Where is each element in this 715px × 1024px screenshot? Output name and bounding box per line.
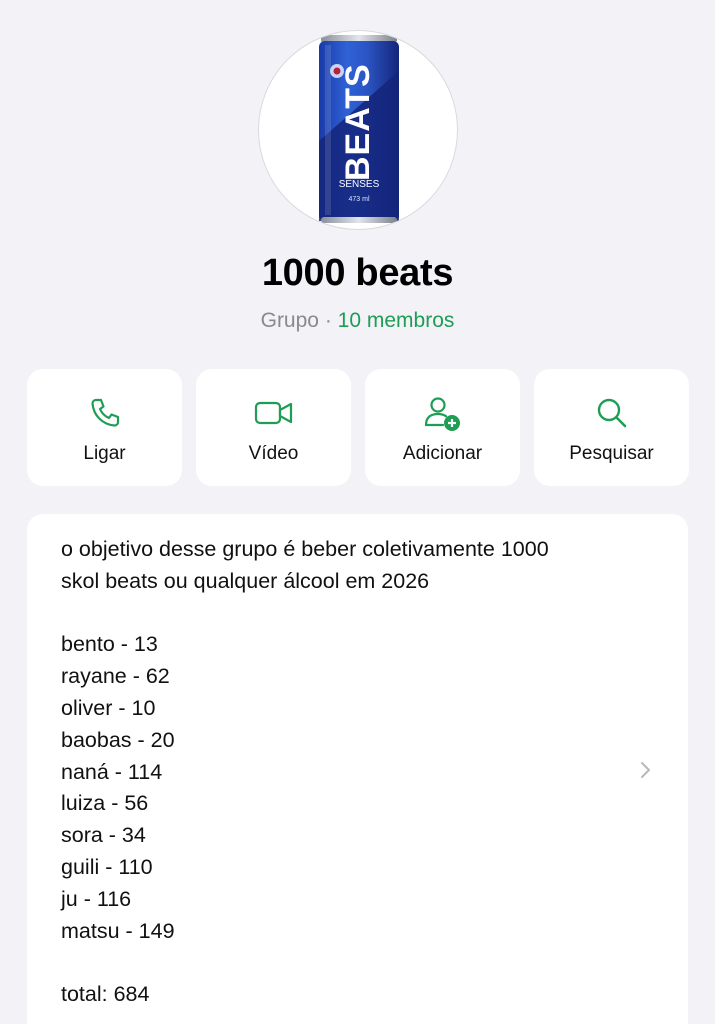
description-blank-line (61, 947, 641, 979)
call-button-label: Ligar (83, 443, 126, 464)
tally-entry: sora - 34 (61, 823, 146, 848)
tally-entry: matsu - 149 (61, 918, 175, 943)
group-type-label: Grupo (260, 309, 319, 332)
chevron-right-icon (639, 760, 653, 785)
description-blank-line (61, 598, 641, 630)
group-name: 1000 beats (261, 252, 454, 294)
group-meta: Grupo · 10 membros (0, 309, 715, 333)
group-description-text: o objetivo desse grupo é beber coletivam… (61, 534, 641, 1011)
meta-separator: · (324, 309, 332, 332)
search-button[interactable]: Pesquisar (534, 369, 689, 486)
search-button-label: Pesquisar (569, 443, 654, 464)
video-button[interactable]: Vídeo (196, 369, 351, 486)
group-avatar[interactable]: BEATS SENSES 473 ml (258, 30, 458, 230)
group-description-card[interactable]: o objetivo desse grupo é beber coletivam… (27, 514, 688, 1024)
video-camera-icon (254, 401, 292, 425)
action-buttons-row: Ligar Vídeo Adicionar Pesquisar (27, 369, 689, 486)
description-intro-line: skol beats ou qualquer álcool em 2026 (61, 568, 430, 593)
group-info-screen: BEATS SENSES 473 ml 1000 beats Grupo · 1… (0, 0, 715, 1024)
tally-entry: guili - 110 (61, 854, 153, 879)
can-brand-text: BEATS (339, 63, 377, 181)
add-person-icon (424, 397, 460, 431)
description-intro-line: o objetivo desse grupo é beber coletivam… (61, 537, 549, 561)
video-button-label: Vídeo (248, 443, 299, 464)
tally-total: total: 684 (61, 982, 150, 1007)
can-volume-text: 473 ml (348, 196, 369, 203)
tally-entry: naná - 114 (61, 759, 163, 784)
tally-entry: rayane - 62 (61, 664, 170, 689)
tally-entry: ju - 116 (61, 886, 132, 911)
members-count-link[interactable]: 10 membros (338, 309, 455, 332)
tally-entry: bento - 13 (61, 632, 158, 657)
beer-can-image: BEATS SENSES 473 ml (319, 35, 399, 223)
add-member-button[interactable]: Adicionar (365, 369, 520, 486)
tally-entry: baobas - 20 (61, 727, 175, 752)
tally-entry: oliver - 10 (61, 695, 156, 720)
tally-entry: luiza - 56 (61, 791, 149, 816)
phone-icon (90, 398, 119, 427)
search-icon (597, 398, 626, 428)
add-member-button-label: Adicionar (402, 443, 483, 464)
call-button[interactable]: Ligar (27, 369, 182, 486)
can-subtitle-text: SENSES (339, 179, 380, 190)
